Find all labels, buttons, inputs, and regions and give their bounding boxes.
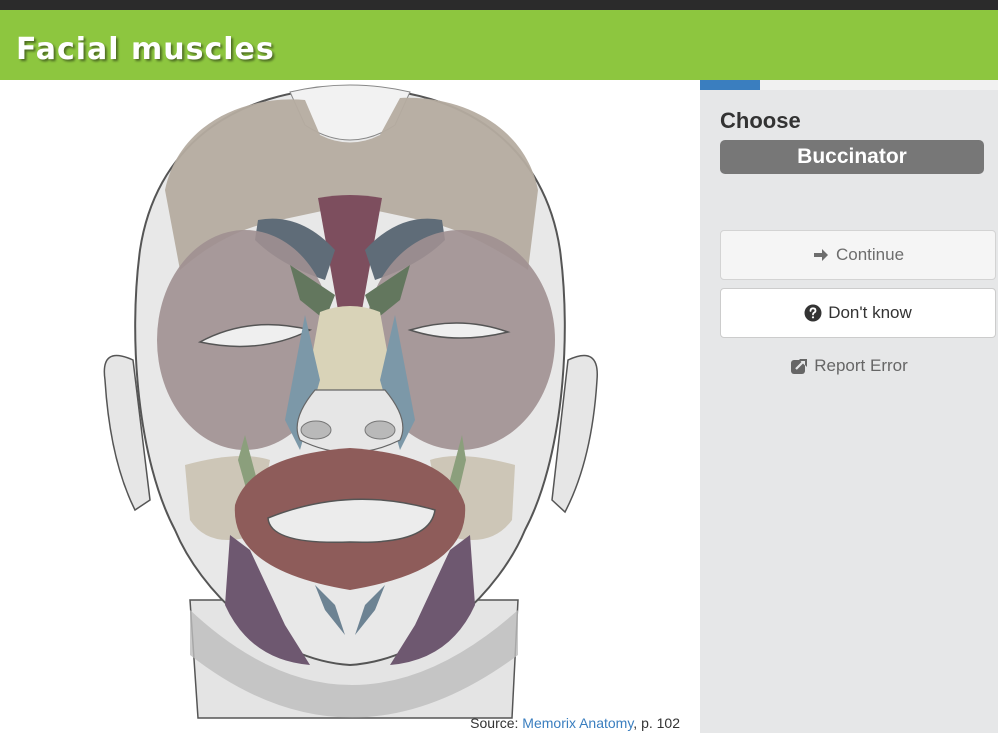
external-link-icon — [790, 357, 808, 375]
quiz-sidebar: Choose Buccinator Continue Don't know Re — [700, 80, 998, 733]
progress-bar — [700, 80, 998, 90]
continue-label: Continue — [835, 245, 905, 264]
page-header: Facial muscles — [0, 10, 998, 80]
facial-muscles-illustration — [103, 84, 598, 719]
illustration-area: Source: Memorix Anatomy, p. 102 — [0, 80, 700, 733]
question-circle-icon — [804, 304, 822, 322]
report-error-link[interactable]: Report Error — [700, 356, 998, 376]
dont-know-button[interactable]: Don't know — [720, 288, 996, 338]
source-prefix: Source: — [470, 715, 523, 731]
page-title: Facial muscles — [16, 32, 275, 67]
continue-button[interactable]: Continue — [720, 230, 996, 280]
progress-fill — [700, 80, 760, 90]
answer-badge: Buccinator — [720, 140, 984, 174]
source-suffix: , p. 102 — [633, 715, 680, 731]
question-prompt: Choose — [720, 108, 801, 133]
source-citation: Source: Memorix Anatomy, p. 102 — [470, 715, 680, 731]
top-bar — [0, 0, 998, 10]
dont-know-label: Don't know — [828, 303, 912, 322]
arrow-right-icon — [812, 246, 830, 264]
source-link[interactable]: Memorix Anatomy — [522, 715, 633, 731]
report-error-label: Report Error — [814, 356, 908, 375]
